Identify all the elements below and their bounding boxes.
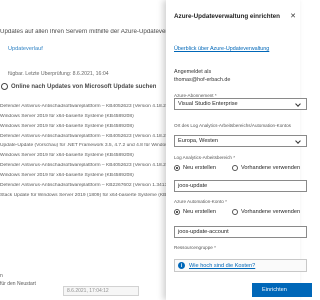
workspace-label: Log Analytics-Arbeitsbereich * [174,155,236,160]
automation-new-label: Neu erstellen [183,209,216,215]
workspace-new-label: Neu erstellen [183,165,216,171]
azure-update-panel: Azure-Updateverwaltung einrichten ✕ Über… [166,0,312,300]
workspace-existing-label: Vorhandene verwenden [240,165,301,171]
signed-in-label: Angemeldet als [174,69,212,75]
automation-label: Azure Automation-Konto * [174,199,227,204]
overview-link[interactable]: Überblick über Azure-Updateverwaltung [174,46,269,52]
automation-name-input[interactable]: joos-update-account [174,226,307,238]
cost-link[interactable]: Wie hoch sind die Kosten? [189,263,255,269]
workspace-radio-group: Neu erstellen Vorhandene verwenden [174,165,300,171]
panel-title: Azure-Updateverwaltung einrichten [174,13,281,20]
automation-existing-label: Vorhandene verwenden [240,209,301,215]
resource-group-label: Ressourcengruppe * [174,245,216,250]
workspace-new-radio[interactable] [174,165,180,171]
automation-existing-radio[interactable] [231,209,238,215]
location-label: Ort des Log Analytics-Arbeitsbereichs/Au… [174,123,291,128]
setup-button[interactable]: Einrichten [252,283,312,297]
info-icon: i [178,262,185,269]
cost-info-box: i Wie hoch sind die Kosten? [174,259,307,272]
workspace-name-input[interactable]: joos-update [174,180,307,192]
workspace-existing-radio[interactable] [231,165,238,171]
subscription-select[interactable]: Visual Studio Enterprise [174,98,307,110]
automation-new-radio[interactable] [174,209,180,215]
automation-radio-group: Neu erstellen Vorhandene verwenden [174,209,300,215]
close-icon[interactable]: ✕ [290,12,296,20]
signed-in-value: thomas@hof-erbach.de [174,77,231,83]
location-select[interactable]: Europa, Westen [174,135,307,147]
